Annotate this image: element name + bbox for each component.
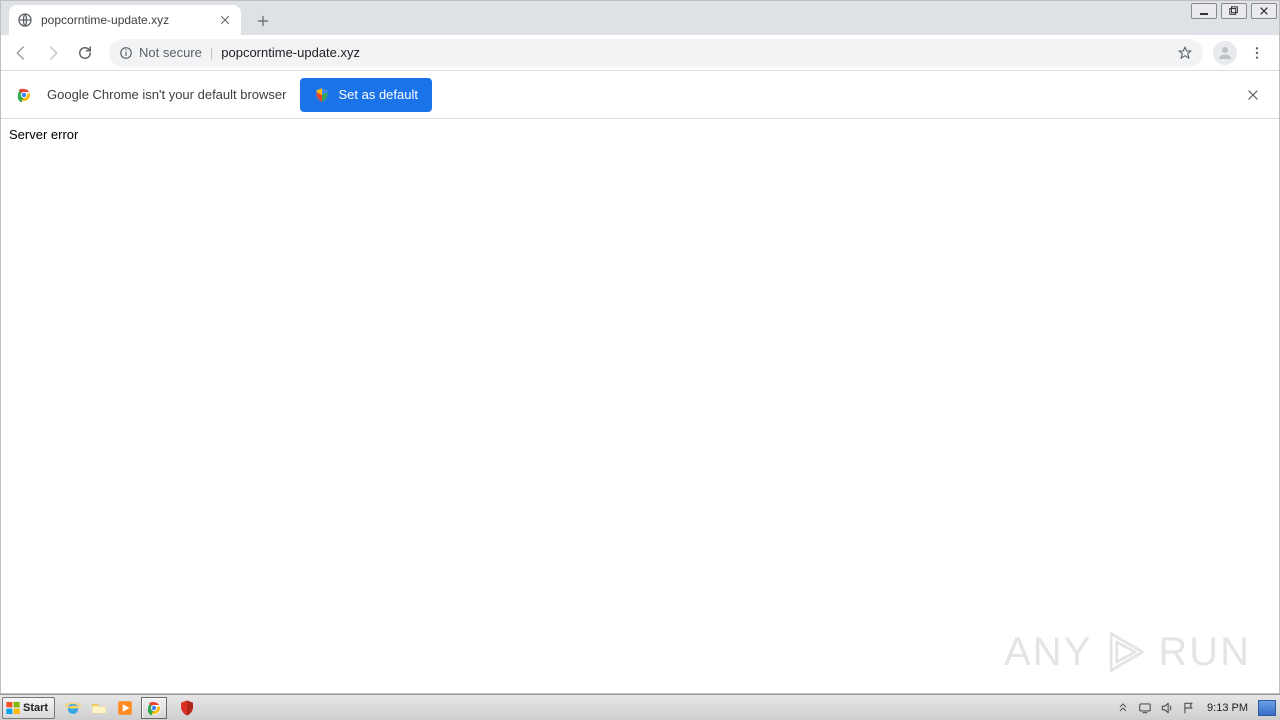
watermark-text-right: RUN bbox=[1158, 630, 1251, 675]
chrome-logo-icon bbox=[15, 86, 33, 104]
taskbar-clock[interactable]: 9:13 PM bbox=[1203, 702, 1252, 714]
taskbar-media-icon[interactable] bbox=[115, 698, 135, 718]
page-body-text: Server error bbox=[9, 127, 78, 142]
taskbar-chrome-task[interactable] bbox=[141, 697, 167, 719]
tab-strip: popcorntime-update.xyz bbox=[1, 1, 1279, 35]
address-divider: | bbox=[210, 45, 213, 60]
reload-button[interactable] bbox=[71, 39, 99, 67]
tab-close-icon[interactable] bbox=[217, 12, 233, 28]
tray-flag-icon[interactable] bbox=[1181, 700, 1197, 716]
forward-button[interactable] bbox=[39, 39, 67, 67]
tray-volume-icon[interactable] bbox=[1159, 700, 1175, 716]
tab-title: popcorntime-update.xyz bbox=[41, 13, 217, 27]
info-icon bbox=[119, 46, 133, 60]
tray-device-icon[interactable] bbox=[1137, 700, 1153, 716]
play-triangle-icon bbox=[1102, 629, 1148, 675]
bookmark-star-icon[interactable] bbox=[1177, 45, 1193, 61]
site-security-indicator[interactable]: Not secure bbox=[119, 45, 202, 60]
window-maximize-button[interactable] bbox=[1221, 3, 1247, 19]
taskbar-explorer-icon[interactable] bbox=[89, 698, 109, 718]
set-as-default-button[interactable]: Set as default bbox=[300, 78, 432, 112]
watermark-text-left: ANY bbox=[1004, 630, 1092, 675]
browser-tab[interactable]: popcorntime-update.xyz bbox=[9, 5, 241, 35]
start-button[interactable]: Start bbox=[2, 697, 55, 719]
infobar-close-icon[interactable] bbox=[1241, 83, 1265, 107]
address-bar[interactable]: Not secure | popcorntime-update.xyz bbox=[109, 39, 1203, 67]
set-as-default-label: Set as default bbox=[338, 87, 418, 102]
window-minimize-button[interactable] bbox=[1191, 3, 1217, 19]
windows-flag-icon bbox=[5, 700, 21, 716]
taskbar-ie-icon[interactable] bbox=[63, 698, 83, 718]
security-label: Not secure bbox=[139, 45, 202, 60]
system-tray: 9:13 PM bbox=[1111, 700, 1280, 716]
window-close-button[interactable] bbox=[1251, 3, 1277, 19]
infobar-message: Google Chrome isn't your default browser bbox=[47, 87, 286, 102]
browser-toolbar: Not secure | popcorntime-update.xyz bbox=[1, 35, 1279, 71]
show-desktop-button[interactable] bbox=[1258, 700, 1276, 716]
profile-avatar-icon[interactable] bbox=[1213, 41, 1237, 65]
toolbar-right bbox=[1213, 41, 1273, 65]
default-browser-infobar: Google Chrome isn't your default browser… bbox=[1, 71, 1279, 119]
back-button[interactable] bbox=[7, 39, 35, 67]
globe-icon bbox=[17, 12, 33, 28]
taskbar-shield-icon[interactable] bbox=[177, 698, 197, 718]
window-controls bbox=[1191, 3, 1277, 19]
address-url: popcorntime-update.xyz bbox=[221, 45, 360, 60]
windows-taskbar: Start bbox=[0, 694, 1280, 720]
shield-icon bbox=[314, 87, 330, 103]
page-viewport: Server error ANY RUN bbox=[1, 119, 1279, 693]
new-tab-button[interactable] bbox=[249, 7, 277, 35]
start-label: Start bbox=[23, 702, 48, 714]
browser-window: popcorntime-update.xyz bbox=[0, 0, 1280, 694]
anyrun-watermark: ANY RUN bbox=[1004, 629, 1251, 675]
quick-launch bbox=[63, 698, 135, 718]
tray-expand-icon[interactable] bbox=[1115, 700, 1131, 716]
browser-menu-button[interactable] bbox=[1245, 41, 1269, 65]
